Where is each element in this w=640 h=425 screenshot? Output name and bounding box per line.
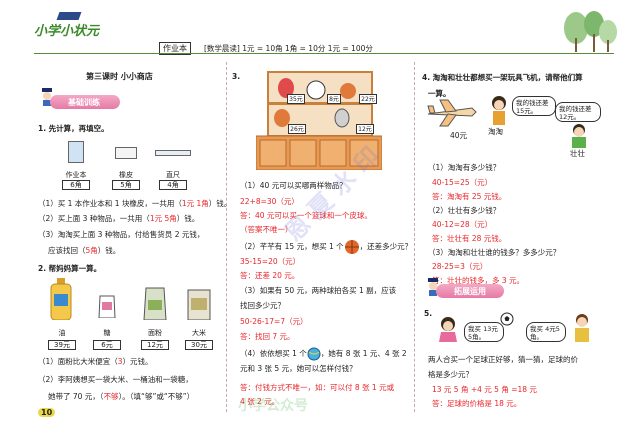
name-zhuangzhuang: 壮壮 (570, 149, 585, 158)
plane-price: 40元 (450, 131, 468, 140)
taotao-figure-icon (492, 96, 506, 125)
item-label: 作业本 (65, 171, 87, 179)
question-2-1: （1）面粉比大米便宜（3）元钱。 (38, 357, 153, 366)
price-tag: 12元 (356, 124, 374, 134)
speech-bubble-boy: 我买 4元5角。 (526, 322, 566, 342)
ball-icon (307, 347, 321, 361)
question-5: 5. (424, 309, 433, 318)
column-divider (226, 62, 227, 412)
good-label: 面粉 (148, 329, 162, 337)
price-tag: 4角 (159, 180, 187, 190)
question-3-4-cont: 元和 3 张 5 元，她可以怎样付钱？ (240, 364, 357, 373)
question-4-3: （3）淘淘和壮壮谁的钱多？多多少元？ (428, 248, 561, 257)
answer-3-3b: 答：找回 7 元。 (240, 332, 295, 341)
answer-4-2b: 答：壮壮有 28 元钱。 (432, 234, 507, 243)
graduation-cap-icon (56, 12, 82, 20)
question-3-3: （3）如果有 50 元，两种球拍各买 1 副，应该 (240, 286, 397, 295)
sugar-bag-icon (98, 295, 116, 318)
eraser-icon (115, 147, 137, 159)
girl-figure-icon (439, 317, 457, 342)
toy-plane-icon (427, 99, 477, 127)
good-label: 糖 (103, 329, 111, 337)
price-tag: 35元 (287, 94, 305, 104)
column-divider (414, 62, 415, 412)
lesson-title: 第三课时 小小商店 (86, 72, 153, 81)
question-2: 2. 帮妈妈算一算。 (38, 264, 102, 273)
answer-4-1a: 40-15=25（元） (432, 178, 493, 187)
answer-3-4a: 答：付钱方式不唯一，如：可以付 8 张 1 元或 (240, 383, 395, 392)
speech-bubble-taotao: 我的钱还差 15元。 (512, 96, 556, 116)
good-label: 大米 (192, 329, 206, 337)
price-tag: 6角 (62, 180, 90, 190)
page-number: 10 (38, 408, 56, 417)
answer-4-3a: 28-25=3（元） (432, 262, 488, 271)
question-5-text: 两人合买一个足球正好够，猜一猜，足球的价 (428, 355, 578, 364)
price-tag: 6元 (93, 340, 121, 350)
rice-bag-icon (187, 289, 211, 320)
question-3: 3. (232, 72, 241, 81)
question-1-2: （2）买上面 3 种物品，一共用（1元 5角）钱。 (38, 214, 200, 223)
answer-4-2a: 40-12=28（元） (432, 220, 493, 229)
question-4-2: （2）壮壮有多少钱？ (428, 206, 501, 215)
question-3-3-cont: 找回多少元？ (240, 301, 285, 310)
question-3-2: （2）芊芊有 15 元，想买 1 个，还差多少元？ (240, 239, 412, 255)
boy-figure-icon (575, 314, 589, 342)
question-4: 4. 淘淘和壮壮都想买一架玩具飞机，请帮他们算 (422, 73, 583, 82)
page-header: 小学小状元 作业本 [数学晨读] 1元 = 10角 1角 = 10分 1元 = … (0, 0, 640, 58)
answer-5b: 答：足球的价格是 18 元。 (432, 399, 522, 408)
question-2-2: （2）李阿姨想买一袋大米、一桶油和一袋糖， (38, 375, 193, 384)
section-basic-training: 基础训练 (50, 95, 120, 109)
price-tag: 22元 (359, 94, 377, 104)
item-label: 直尺 (166, 171, 180, 179)
question-5-text-cont: 格是多少元？ (428, 370, 473, 379)
price-tag: 5角 (112, 180, 140, 190)
question-1-3-cont: 应该找回（5角）钱。 (48, 246, 121, 255)
speech-bubble-girl: 我买 13元5角。 (464, 322, 504, 342)
brand-logo: 小学小状元 (34, 24, 100, 39)
question-1-3: （3）淘淘买上面 3 种物品，付给售货员 2 元钱， (38, 230, 205, 239)
question-1: 1. 先计算，再填空。 (38, 124, 109, 133)
answer-3-2b: 答：还差 20 元。 (240, 271, 300, 280)
question-1-1: （1）买 1 本作业本和 1 块橡皮，一共用（1元 1角）钱。 (38, 199, 232, 208)
section-extension: 拓展运用 (436, 284, 504, 298)
trees-illustration (564, 11, 617, 52)
answer-3-1a: 22+8=30（元） (240, 197, 299, 206)
header-rule (34, 53, 614, 54)
price-tag: 39元 (48, 340, 76, 350)
basketball-icon (344, 240, 359, 254)
question-4-1: （1）淘淘有多少钱？ (428, 163, 501, 172)
price-tag: 12元 (141, 340, 169, 350)
good-label: 油 (58, 329, 66, 337)
ruler-icon (155, 150, 191, 156)
oil-bottle-icon (50, 278, 72, 320)
soccer-ball-icon (500, 312, 514, 326)
question-3-4: （4）依依想买 1 个，她有 8 张 1 元、4 张 2 (240, 347, 407, 361)
answer-3-3a: 50-26-17=7（元） (240, 317, 308, 326)
answer-3-2a: 35-15=20（元） (240, 257, 301, 266)
speech-bubble-zhuangzhuang: 我的钱还差 12元。 (555, 102, 601, 122)
watermark-bottom: 小学公众号 (238, 398, 308, 414)
name-taotao: 淘淘 (488, 127, 503, 136)
flour-bag-icon (143, 287, 167, 320)
price-tag: 30元 (185, 340, 213, 350)
item-label: 橡皮 (119, 171, 133, 179)
answer-4-1b: 答：淘淘有 25 元钱。 (432, 192, 507, 201)
price-tag: 26元 (288, 124, 306, 134)
notebook-icon (68, 141, 84, 163)
question-2-2-cont: 她带了 70 元，（不够）。（填“够”或“不够”） (48, 392, 195, 401)
zhuangzhuang-figure-icon (572, 124, 586, 148)
price-tag: 8元 (327, 94, 341, 104)
answer-5a: 13 元 5 角 +4 元 5 角 =18 元 (432, 385, 537, 394)
